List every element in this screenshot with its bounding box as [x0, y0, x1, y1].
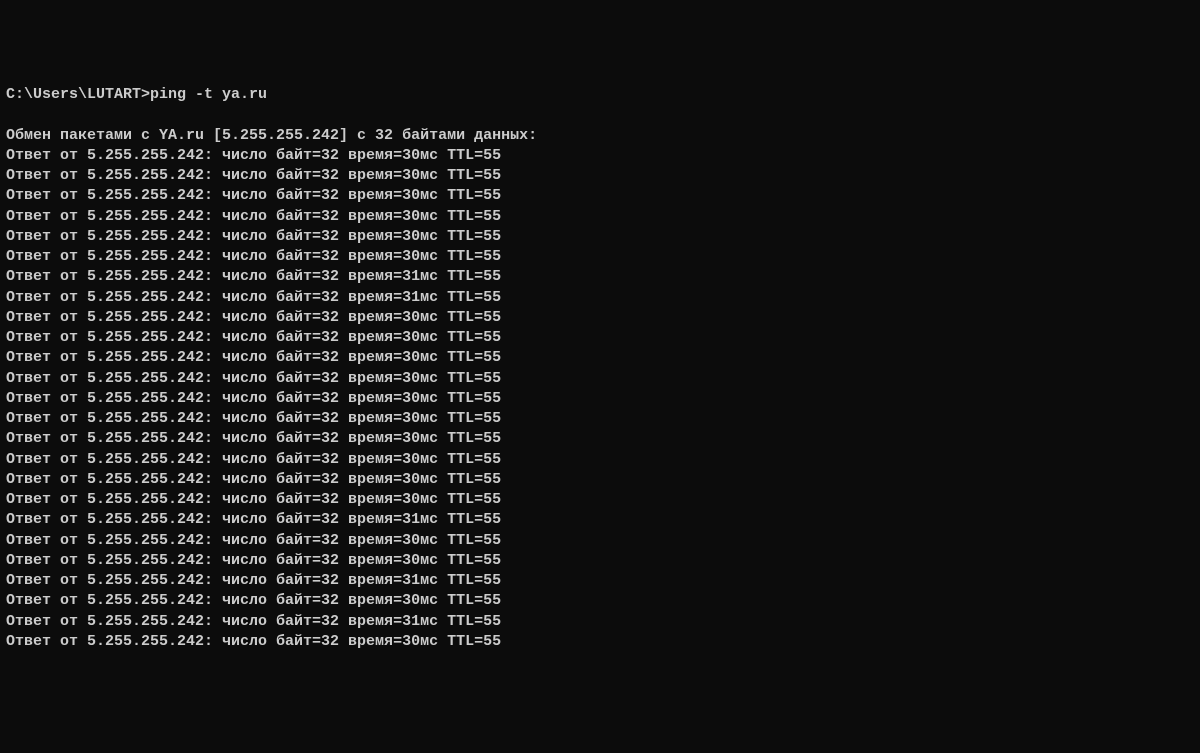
- blank-line: [6, 105, 1194, 125]
- ping-reply-line: Ответ от 5.255.255.242: число байт=32 вр…: [6, 348, 1194, 368]
- ping-reply-line: Ответ от 5.255.255.242: число байт=32 вр…: [6, 288, 1194, 308]
- ping-reply-line: Ответ от 5.255.255.242: число байт=32 вр…: [6, 409, 1194, 429]
- command-prompt-line: C:\Users\LUTART>ping -t ya.ru: [6, 85, 1194, 105]
- ping-reply-line: Ответ от 5.255.255.242: число байт=32 вр…: [6, 450, 1194, 470]
- ping-reply-line: Ответ от 5.255.255.242: число байт=32 вр…: [6, 612, 1194, 632]
- ping-reply-line: Ответ от 5.255.255.242: число байт=32 вр…: [6, 470, 1194, 490]
- ping-reply-line: Ответ от 5.255.255.242: число байт=32 вр…: [6, 227, 1194, 247]
- ping-reply-line: Ответ от 5.255.255.242: число байт=32 вр…: [6, 510, 1194, 530]
- ping-reply-line: Ответ от 5.255.255.242: число байт=32 вр…: [6, 328, 1194, 348]
- ping-reply-line: Ответ от 5.255.255.242: число байт=32 вр…: [6, 429, 1194, 449]
- ping-reply-line: Ответ от 5.255.255.242: число байт=32 вр…: [6, 531, 1194, 551]
- ping-reply-line: Ответ от 5.255.255.242: число байт=32 вр…: [6, 267, 1194, 287]
- ping-header-line: Обмен пакетами с YA.ru [5.255.255.242] с…: [6, 126, 1194, 146]
- ping-reply-line: Ответ от 5.255.255.242: число байт=32 вр…: [6, 207, 1194, 227]
- ping-reply-line: Ответ от 5.255.255.242: число байт=32 вр…: [6, 571, 1194, 591]
- ping-reply-line: Ответ от 5.255.255.242: число байт=32 вр…: [6, 490, 1194, 510]
- ping-reply-line: Ответ от 5.255.255.242: число байт=32 вр…: [6, 166, 1194, 186]
- ping-reply-line: Ответ от 5.255.255.242: число байт=32 вр…: [6, 551, 1194, 571]
- ping-reply-line: Ответ от 5.255.255.242: число байт=32 вр…: [6, 308, 1194, 328]
- ping-reply-line: Ответ от 5.255.255.242: число байт=32 вр…: [6, 632, 1194, 652]
- ping-reply-line: Ответ от 5.255.255.242: число байт=32 вр…: [6, 146, 1194, 166]
- ping-reply-line: Ответ от 5.255.255.242: число байт=32 вр…: [6, 389, 1194, 409]
- terminal-output[interactable]: C:\Users\LUTART>ping -t ya.ru Обмен паке…: [6, 85, 1194, 652]
- ping-reply-line: Ответ от 5.255.255.242: число байт=32 вр…: [6, 186, 1194, 206]
- ping-reply-line: Ответ от 5.255.255.242: число байт=32 вр…: [6, 369, 1194, 389]
- ping-reply-line: Ответ от 5.255.255.242: число байт=32 вр…: [6, 591, 1194, 611]
- ping-reply-line: Ответ от 5.255.255.242: число байт=32 вр…: [6, 247, 1194, 267]
